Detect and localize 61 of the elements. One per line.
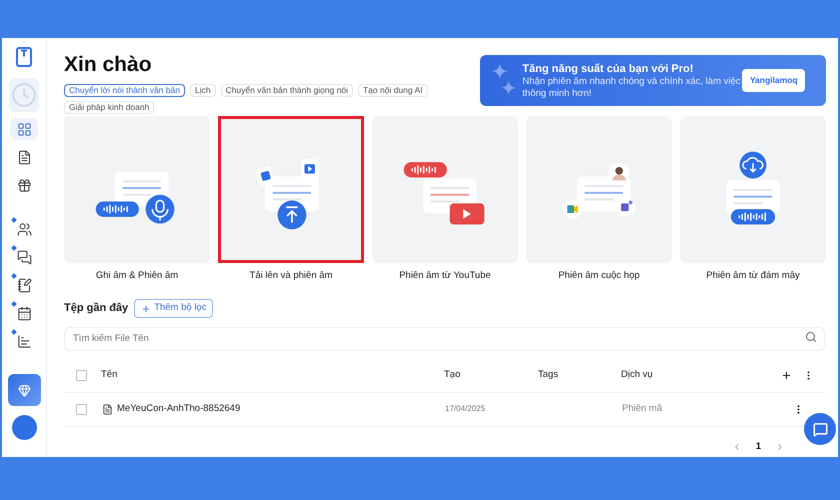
users-icon [16,222,32,236]
column-header: Dịch vụ [621,368,654,382]
calendar-icon [16,306,32,320]
card-label: Tải lên và phiên âm [250,270,332,282]
category-chip[interactable]: Chuyển lời nói thành văn bản [64,84,185,97]
file-name[interactable]: MeYeuCon-AnhTho-8852649 [117,402,445,416]
column-header: Tạo [444,368,462,382]
created-date: 17/04/2025 [445,403,486,415]
cloud-download-icon [740,152,766,178]
row-checkbox[interactable] [76,404,87,414]
promo-title: Tăng năng suất của bạn với Pro! [522,62,694,76]
chat-button[interactable] [804,413,836,445]
promo-text: Nhận phiên âm nhanh chóng và chính xác, làm việc thông minh hơn! [522,76,742,100]
column-header: Tên [101,368,118,382]
diamond-icon [18,384,30,396]
page-button[interactable]: 1 [756,440,761,454]
card-label: Phiên âm cuộc họp [558,270,640,282]
chat-bubbles-icon [16,250,32,264]
upgrade-button[interactable] [8,374,40,406]
plus-icon [141,304,152,314]
video-call-icon [562,200,582,219]
waveform-icon [730,209,776,224]
chat-icon [812,422,828,436]
service-cell-text: Phiên mã [622,402,664,416]
document-icon [16,150,32,164]
feature-card[interactable]: Phiên âm từ đám mây [680,116,826,282]
upgrade-button[interactable]: Yangilamoq [742,69,805,92]
add-filter-button[interactable]: Thêm bộ lọc [134,299,214,318]
page-title: Xin chào [64,52,153,78]
column-header: Tags [538,368,560,382]
waveform-icon [404,162,447,178]
waveform-icon [96,201,139,217]
category-chip[interactable]: Giải pháp kinh doanh [64,101,154,114]
feature-card[interactable]: Phiên âm cuộc họp [526,116,672,282]
search-icon [805,331,817,343]
select-all-checkbox[interactable] [76,370,87,381]
microphone-icon [146,194,174,224]
category-chip[interactable]: Chuyển văn bản thành giọng nói [220,84,353,97]
logo-icon[interactable] [16,47,32,67]
card-label: Phiên âm từ đám mây [706,270,800,282]
notebook-pen-icon [16,278,32,292]
chat-app-icon [616,198,636,217]
user-avatar[interactable] [12,415,36,440]
upload-icon [278,200,306,230]
feature-card[interactable]: Ghi âm & Phiên âm [64,116,210,282]
feature-card[interactable]: Phiên âm từ YouTube [372,116,518,282]
search-field[interactable]: Tìm kiếm File Tên [64,326,825,350]
card-label: Ghi âm & Phiên âm [96,270,178,282]
gift-icon [16,178,32,192]
add-column-icon[interactable] [781,370,792,381]
clock-icon [9,78,39,112]
feature-card[interactable]: Tải lên và phiên âm [218,116,364,282]
category-chip[interactable]: Tạo nội dung AI [358,84,428,97]
card-label: Phiên âm từ YouTube [399,270,491,282]
video-file-icon [302,159,319,178]
category-chip[interactable]: Lịch [190,84,216,97]
play-button-icon [450,203,484,224]
section-title: Tệp gần đây [64,301,128,316]
grid-icon [16,122,32,136]
file-icon [102,404,113,414]
chart-list-icon [16,334,32,348]
